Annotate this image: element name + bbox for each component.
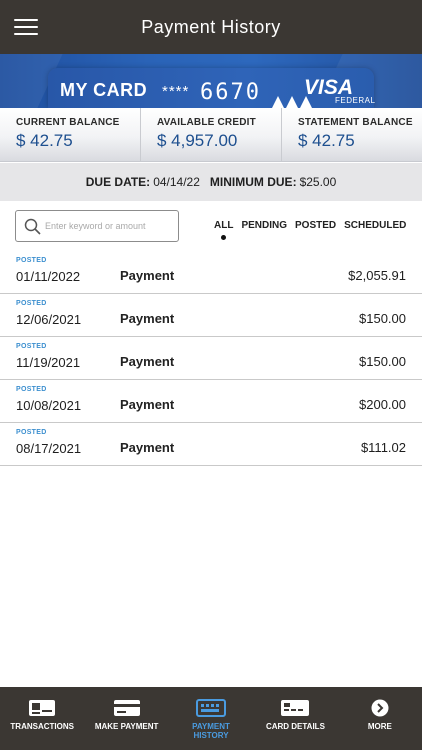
available-credit: AVAILABLE CREDIT $ 4,957.00 <box>141 108 282 161</box>
tab-label: PAYMENT HISTORY <box>192 722 230 740</box>
card-issuer-label: FEDERAL <box>335 96 376 105</box>
transaction-amount: $150.00 <box>359 354 406 369</box>
transaction-type: Payment <box>120 354 175 369</box>
transaction-list: POSTED 01/11/2022 Payment $2,055.91 POST… <box>0 251 422 466</box>
transaction-type: Payment <box>120 311 175 326</box>
card-mask: **** <box>162 83 190 100</box>
transaction-type: Payment <box>120 440 175 455</box>
transaction-date: 11/19/2021 <box>16 355 81 370</box>
due-info-bar: DUE DATE: 04/14/22 MINIMUM DUE: $25.00 <box>0 163 422 201</box>
due-date-value: 04/14/22 <box>153 175 200 189</box>
due-date-label: DUE DATE: <box>85 175 151 189</box>
transaction-status: POSTED <box>16 429 47 436</box>
transaction-type: Payment <box>120 397 175 412</box>
transaction-date: 08/17/2021 <box>16 441 82 456</box>
transaction-date: 10/08/2021 <box>16 398 82 413</box>
bottom-tab-bar: TRANSACTIONS MAKE PAYMENT PAYMENT HISTOR… <box>0 687 422 750</box>
search-icon <box>24 218 41 235</box>
statement-balance-value: $ 42.75 <box>298 131 355 150</box>
transaction-type: Payment <box>120 268 175 283</box>
minimum-due-value: $25.00 <box>299 175 337 189</box>
statement-balance-label: STATEMENT BALANCE <box>298 117 413 128</box>
transaction-amount: $111.02 <box>360 440 406 455</box>
app-header: Payment History <box>0 0 422 54</box>
tab-label: MORE <box>367 722 392 731</box>
filter-all[interactable]: ALL <box>214 220 233 240</box>
current-balance-label: CURRENT BALANCE <box>16 117 120 128</box>
make-payment-icon <box>113 700 140 716</box>
filter-pending[interactable]: PENDING <box>241 220 287 231</box>
tab-payment-history[interactable]: PAYMENT HISTORY <box>169 687 253 750</box>
transaction-status: POSTED <box>16 257 47 264</box>
tab-card-details[interactable]: CARD DETAILS <box>253 687 337 750</box>
statement-balance: STATEMENT BALANCE $ 42.75 <box>282 108 422 161</box>
search-input[interactable] <box>45 221 165 231</box>
search-box[interactable] <box>15 210 179 242</box>
transaction-row[interactable]: POSTED 12/06/2021 Payment $150.00 <box>0 294 422 337</box>
transaction-row[interactable]: POSTED 10/08/2021 Payment $200.00 <box>0 380 422 423</box>
filter-posted[interactable]: POSTED <box>295 220 336 231</box>
card-name: MY CARD <box>60 80 148 100</box>
filter-scheduled[interactable]: SCHEDULED <box>344 220 406 231</box>
card-logo-icon <box>272 96 312 108</box>
card-last-four: 6670 <box>200 80 261 105</box>
card-details-icon <box>281 700 310 716</box>
transaction-amount: $150.00 <box>359 311 406 326</box>
transaction-date: 12/06/2021 <box>16 312 82 327</box>
transactions-icon <box>29 700 56 716</box>
tab-make-payment[interactable]: MAKE PAYMENT <box>84 687 168 750</box>
transaction-status: POSTED <box>16 386 47 393</box>
current-balance: CURRENT BALANCE $ 42.75 <box>0 108 141 161</box>
tab-more[interactable]: MORE <box>338 687 422 750</box>
minimum-due-label: MINIMUM DUE: <box>209 175 297 189</box>
transaction-status: POSTED <box>16 343 47 350</box>
payment-history-icon <box>196 699 227 717</box>
transaction-row[interactable]: POSTED 11/19/2021 Payment $150.00 <box>0 337 422 380</box>
balance-summary: CURRENT BALANCE $ 42.75 AVAILABLE CREDIT… <box>0 108 422 162</box>
transaction-row[interactable]: POSTED 08/17/2021 Payment $111.02 <box>0 423 422 466</box>
transaction-date: 01/11/2022 <box>16 269 81 284</box>
hamburger-menu-icon[interactable] <box>14 19 38 37</box>
available-credit-value: $ 4,957.00 <box>157 131 238 150</box>
tab-transactions[interactable]: TRANSACTIONS <box>0 687 84 750</box>
transaction-status: POSTED <box>16 300 47 307</box>
current-balance-value: $ 42.75 <box>16 131 73 150</box>
page-title: Payment History <box>141 16 281 37</box>
transaction-row[interactable]: POSTED 01/11/2022 Payment $2,055.91 <box>0 251 422 294</box>
more-icon <box>371 699 389 717</box>
filter-tabs: ALL PENDING POSTED SCHEDULED <box>214 220 414 240</box>
tab-label: MAKE PAYMENT <box>94 722 159 731</box>
available-credit-label: AVAILABLE CREDIT <box>157 117 256 128</box>
transaction-amount: $200.00 <box>359 397 406 412</box>
tab-label: TRANSACTIONS <box>10 722 74 731</box>
tab-label: CARD DETAILS <box>265 722 325 731</box>
transaction-amount: $2,055.91 <box>348 268 406 283</box>
